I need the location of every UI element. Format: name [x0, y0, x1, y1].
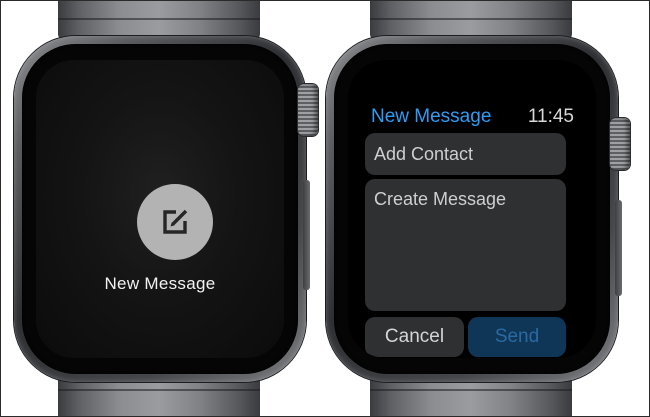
screen-title: New Message: [371, 106, 492, 127]
left-watch-top-strap: [58, 0, 260, 40]
clock-time: 11:45: [527, 106, 574, 127]
create-message-field[interactable]: Create Message: [365, 179, 566, 311]
left-watch: New Message: [14, 36, 306, 382]
new-message-button[interactable]: [137, 184, 213, 260]
left-watch-side-button[interactable]: [303, 180, 310, 290]
send-button[interactable]: Send: [468, 317, 566, 357]
add-contact-field[interactable]: Add Contact: [365, 133, 566, 175]
right-watch-bezel: New Message 11:45 Add Contact Create Mes…: [334, 44, 610, 374]
right-watch-digital-crown[interactable]: [610, 118, 630, 170]
right-watch-top-strap: [370, 0, 572, 40]
cancel-button[interactable]: Cancel: [365, 317, 464, 357]
left-watch-digital-crown[interactable]: [298, 84, 318, 136]
right-watch-screen: New Message 11:45 Add Contact Create Mes…: [348, 60, 596, 358]
right-watch: New Message 11:45 Add Contact Create Mes…: [326, 36, 618, 382]
left-watch-bezel: New Message: [22, 44, 298, 374]
right-watch-side-button[interactable]: [615, 200, 622, 296]
compose-icon: [163, 209, 188, 234]
new-message-label: New Message: [104, 274, 216, 293]
left-watch-screen: New Message: [36, 60, 284, 358]
